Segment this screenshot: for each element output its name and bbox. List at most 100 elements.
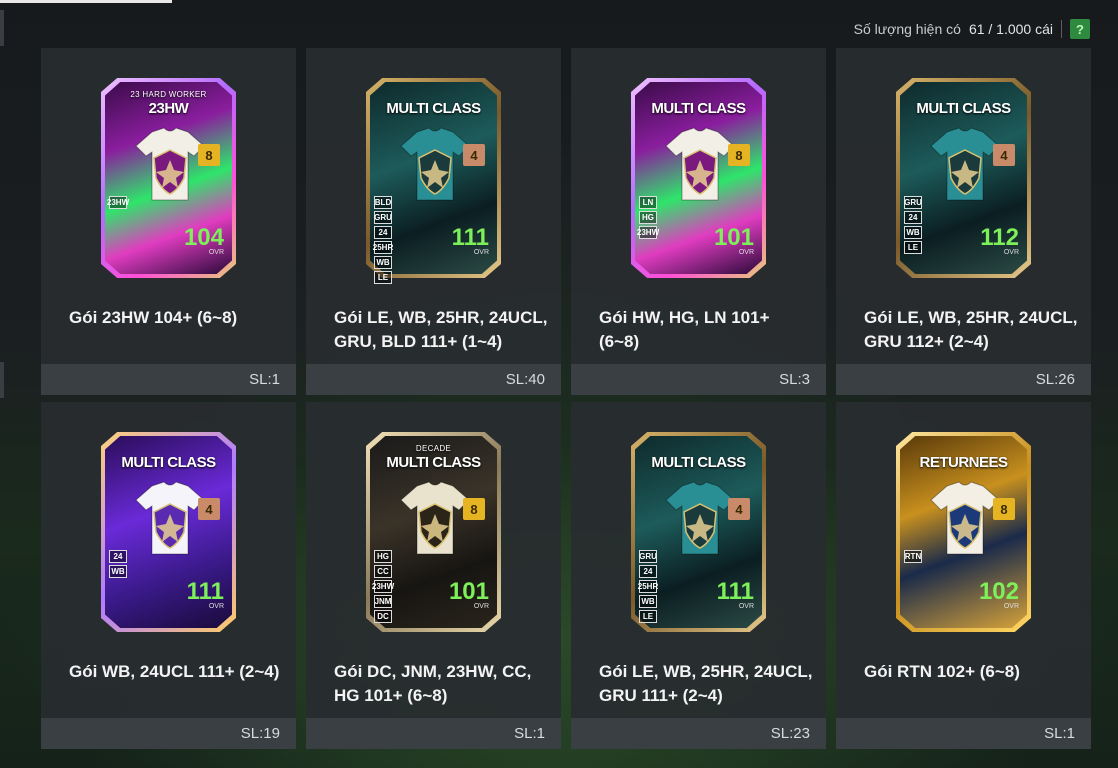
pack-quantity: SL:1: [41, 364, 296, 395]
player-pack-card-art: RETURNEES 8 RTN 102 OVR: [896, 432, 1031, 632]
class-tags: GRU 24 WB LE: [904, 196, 922, 254]
card-title: 23HW: [148, 100, 189, 117]
player-pack-card-art: MULTI CLASS 8 LN HG 23HW 101 OVR: [631, 78, 766, 278]
ovr-value: 111: [716, 578, 754, 605]
class-tag: 23HW: [106, 196, 130, 209]
class-tag: 24: [639, 565, 657, 578]
pack-name: Gói LE, WB, 25HR, 24UCL, GRU 112+ (2~4): [864, 308, 1078, 351]
class-tag: DC: [374, 610, 392, 623]
pack-name: Gói WB, 24UCL 111+ (2~4): [69, 662, 280, 681]
class-tag: WB: [109, 565, 127, 578]
class-tag: 24: [109, 550, 127, 563]
card-title: MULTI CLASS: [386, 454, 481, 471]
card-subtitle: 23 HARD WORKER: [130, 90, 207, 99]
ovr-value: 102: [978, 578, 1019, 605]
class-tag: BLD: [374, 196, 392, 209]
class-tag: RTN: [904, 550, 922, 563]
player-pack-card-art: MULTI CLASS 4 BLD GRU 24 25HR WB LE 111 OVR: [366, 78, 501, 284]
class-tags: HG CC 23HW JNM DC: [371, 550, 395, 623]
pack-quantity: SL:3: [571, 364, 826, 395]
pack-card[interactable]: MULTI CLASS 4 GRU 24 WB LE 112 OVR Gói LE, …: [836, 48, 1091, 395]
card-title: MULTI CLASS: [916, 100, 1011, 117]
upgrade-level-badge: 4: [463, 144, 485, 166]
ovr-rating: 111 OVR: [716, 578, 754, 611]
pack-quantity: SL:40: [306, 364, 561, 395]
ovr-value: 101: [713, 224, 754, 251]
ovr-rating: 111 OVR: [451, 224, 489, 257]
class-tag: CC: [374, 565, 392, 578]
class-tags: GRU 24 25HR WB LE: [637, 550, 659, 623]
class-tag: WB: [639, 595, 657, 608]
player-pack-card-art: DECADE MULTI CLASS 8 HG CC 23HW JNM DC 101 O…: [366, 432, 501, 632]
class-tag: WB: [904, 226, 922, 239]
pack-card[interactable]: MULTI CLASS 4 24 WB 111 OVR Gói WB, 24UCL…: [41, 402, 296, 749]
class-tag: 23HW: [636, 226, 660, 239]
class-tag: JNM: [374, 595, 392, 608]
ovr-rating: 111 OVR: [186, 578, 224, 611]
upgrade-level-badge: 8: [198, 144, 220, 166]
ovr-value: 104: [183, 224, 224, 251]
ovr-rating: 104 OVR: [183, 224, 224, 257]
pack-quantity: SL:19: [41, 718, 296, 749]
pack-name: Gói RTN 102+ (6~8): [864, 662, 1020, 681]
ovr-value: 101: [448, 578, 489, 605]
class-tag: LE: [639, 610, 657, 623]
player-pack-card-art: 23 HARD WORKER 23HW 8 23HW 104 OVR: [101, 78, 236, 278]
pack-card[interactable]: DECADE MULTI CLASS 8 HG CC 23HW JNM DC 101 O…: [306, 402, 561, 749]
pack-card[interactable]: MULTI CLASS 4 GRU 24 25HR WB LE 111 OVR Gói …: [571, 402, 826, 749]
help-button[interactable]: ?: [1070, 19, 1090, 39]
class-tags: BLD GRU 24 25HR WB LE: [372, 196, 394, 284]
ovr-value: 111: [186, 578, 224, 605]
ovr-value: 112: [980, 224, 1019, 251]
pack-card[interactable]: MULTI CLASS 4 BLD GRU 24 25HR WB LE 111 OVR G…: [306, 48, 561, 395]
class-tag: 25HR: [637, 580, 659, 593]
class-tag: LE: [904, 241, 922, 254]
ovr-rating: 112 OVR: [980, 224, 1019, 257]
class-tag: GRU: [374, 211, 392, 224]
class-tag: 24: [374, 226, 392, 239]
card-title: RETURNEES: [919, 454, 1008, 471]
class-tag: LE: [374, 271, 392, 284]
ovr-rating: 102 OVR: [978, 578, 1019, 611]
card-title: MULTI CLASS: [121, 454, 216, 471]
ovr-value: 111: [451, 224, 489, 251]
upgrade-level-badge: 4: [728, 498, 750, 520]
class-tag: LN: [639, 196, 657, 209]
pack-name: Gói LE, WB, 25HR, 24UCL, GRU 111+ (2~4): [599, 662, 813, 705]
pack-quantity: SL:26: [836, 364, 1091, 395]
ovr-rating: 101 OVR: [713, 224, 754, 257]
class-tag: HG: [639, 211, 657, 224]
class-tags: 24 WB: [109, 550, 127, 578]
card-title: MULTI CLASS: [651, 100, 746, 117]
pack-card[interactable]: MULTI CLASS 8 LN HG 23HW 101 OVR Gói HW, H…: [571, 48, 826, 395]
pack-name: Gói 23HW 104+ (6~8): [69, 308, 238, 327]
active-tab-indicator: [0, 0, 172, 3]
inventory-count: 61 / 1.000 cái: [968, 21, 1053, 37]
pack-card[interactable]: 23 HARD WORKER 23HW 8 23HW 104 OVR Gói 2…: [41, 48, 296, 395]
upgrade-level-badge: 8: [993, 498, 1015, 520]
class-tag: 24: [904, 211, 922, 224]
upgrade-level-badge: 8: [728, 144, 750, 166]
card-subtitle: DECADE: [415, 444, 452, 453]
card-title: MULTI CLASS: [386, 100, 481, 117]
pack-name: Gói LE, WB, 25HR, 24UCL, GRU, BLD 111+ (…: [334, 308, 548, 351]
upgrade-level-badge: 4: [198, 498, 220, 520]
class-tag: GRU: [904, 196, 922, 209]
ovr-rating: 101 OVR: [448, 578, 489, 611]
inventory-label: Số lượng hiện có: [853, 21, 961, 37]
upgrade-level-badge: 8: [463, 498, 485, 520]
left-scroll-edge: [0, 10, 4, 46]
divider: [1061, 20, 1062, 38]
pack-quantity: SL:1: [306, 718, 561, 749]
pack-name: Gói HW, HG, LN 101+ (6~8): [599, 308, 770, 351]
pack-card[interactable]: RETURNEES 8 RTN 102 OVR Gói RTN 102+ (6~…: [836, 402, 1091, 749]
class-tags: LN HG 23HW: [636, 196, 660, 239]
class-tag: 25HR: [372, 241, 394, 254]
class-tag: 23HW: [371, 580, 395, 593]
pack-name: Gói DC, JNM, 23HW, CC, HG 101+ (6~8): [334, 662, 532, 705]
card-title: MULTI CLASS: [651, 454, 746, 471]
player-pack-card-art: MULTI CLASS 4 GRU 24 25HR WB LE 111 OVR: [631, 432, 766, 632]
left-scroll-edge-2: [0, 362, 4, 398]
class-tag: WB: [374, 256, 392, 269]
pack-quantity: SL:23: [571, 718, 826, 749]
